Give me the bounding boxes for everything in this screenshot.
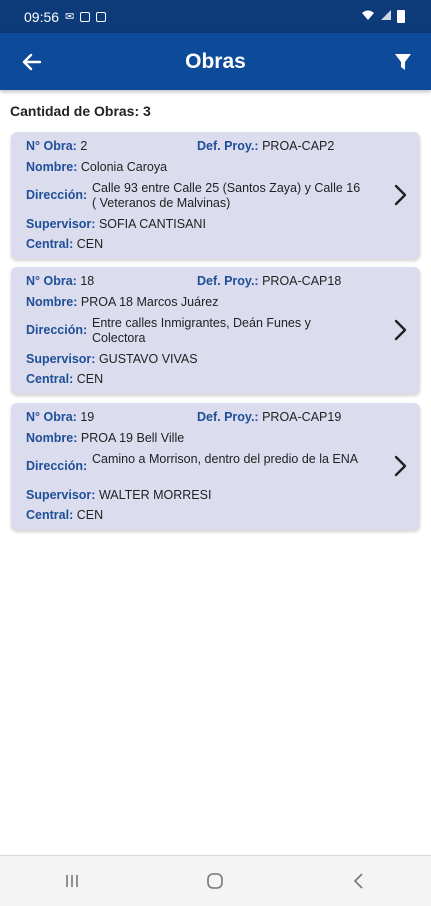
obra-nombre-row: Nombre: PROA 19 Bell Ville (26, 431, 184, 446)
obra-proyecto-label: Def. Proy.: (197, 410, 259, 424)
back-button[interactable] (18, 49, 44, 75)
obra-central: CEN (76, 237, 104, 251)
obra-nombre: Colonia Caroya (80, 160, 168, 174)
wifi-icon (361, 9, 375, 24)
status-time: 09:56 (24, 8, 60, 25)
obra-card[interactable]: N° Obra: 19 Def. Proy.: PROA-CAP19 Nombre:… (11, 403, 420, 530)
obra-nombre: PROA 19 Bell Ville (80, 431, 185, 445)
obra-nombre: PROA 18 Marcos Juárez (80, 295, 219, 309)
signal-icon (380, 9, 392, 24)
status-bar: 09:56 ✉ (0, 0, 431, 33)
chevron-left-icon (354, 873, 363, 889)
recent-apps-icon (66, 875, 78, 887)
obra-card[interactable]: N° Obra: 2 Def. Proy.: PROA-CAP2 Nombre: C… (11, 132, 420, 259)
obra-number-label: N° Obra: (26, 410, 77, 424)
obra-supervisor-row: Supervisor: WALTER MORRESI (26, 488, 211, 503)
system-nav-bar (0, 855, 431, 906)
obra-central-label: Central: (26, 237, 74, 251)
obra-proyecto-row: Def. Proy.: PROA-CAP18 (197, 274, 341, 289)
obra-proyecto: PROA-CAP19 (262, 410, 342, 424)
obra-direccion: Calle 93 entre Calle 25 (Santos Zaya) y … (92, 181, 361, 210)
obra-direccion-label: Dirección: (26, 459, 88, 473)
obras-count: Cantidad de Obras: 3 (10, 103, 151, 119)
notification-icon (96, 11, 107, 22)
obra-supervisor-row: Supervisor: SOFIA CANTISANI (26, 217, 206, 232)
obra-number: 19 (80, 410, 95, 424)
obra-number-label: N° Obra: (26, 274, 77, 288)
obra-number-row: N° Obra: 2 (26, 139, 87, 154)
filter-button[interactable] (391, 50, 415, 74)
obra-supervisor-row: Supervisor: GUSTAVO VIVAS (26, 352, 198, 367)
obra-nombre-row: Nombre: PROA 18 Marcos Juárez (26, 295, 218, 310)
obra-direccion-label: Dirección: (26, 323, 88, 337)
obra-number-row: N° Obra: 18 (26, 274, 94, 289)
obra-central-row: Central: CEN (26, 237, 103, 252)
obra-proyecto-row: Def. Proy.: PROA-CAP19 (197, 410, 341, 425)
obra-nombre-label: Nombre: (26, 295, 78, 309)
obra-nombre-label: Nombre: (26, 431, 78, 445)
filter-icon (395, 54, 411, 70)
obra-central-label: Central: (26, 508, 74, 522)
mail-icon: ✉ (65, 11, 75, 23)
obra-number-row: N° Obra: 19 (26, 410, 94, 425)
obra-nombre-row: Nombre: Colonia Caroya (26, 160, 167, 175)
chevron-right-icon[interactable] (392, 454, 408, 478)
obra-central: CEN (76, 508, 104, 522)
obra-central: CEN (76, 372, 104, 386)
obra-supervisor-label: Supervisor: (26, 488, 96, 502)
obra-supervisor-label: Supervisor: (26, 217, 96, 231)
obra-proyecto: PROA-CAP18 (262, 274, 342, 288)
obra-supervisor: SOFIA CANTISANI (98, 217, 206, 231)
obra-supervisor-label: Supervisor: (26, 352, 96, 366)
obra-direccion: Camino a Morrison, dentro del predio de … (92, 452, 359, 466)
obra-central-row: Central: CEN (26, 372, 103, 387)
obra-proyecto-row: Def. Proy.: PROA-CAP2 (197, 139, 334, 154)
obra-proyecto: PROA-CAP2 (262, 139, 335, 153)
home-button[interactable] (195, 866, 235, 896)
obra-central-label: Central: (26, 372, 74, 386)
home-icon (207, 873, 224, 889)
obra-proyecto-label: Def. Proy.: (197, 274, 259, 288)
obra-central-row: Central: CEN (26, 508, 103, 523)
obra-number-label: N° Obra: (26, 139, 77, 153)
obra-direccion-label: Dirección: (26, 188, 88, 202)
obra-number: 2 (80, 139, 88, 153)
system-back-button[interactable] (339, 866, 379, 896)
battery-icon (397, 10, 405, 23)
obra-direccion: Entre calles Inmigrantes, Deán Funes y C… (92, 316, 311, 345)
app-bar: Obras (0, 33, 431, 90)
recent-apps-button[interactable] (52, 866, 92, 896)
page-title: Obras (185, 49, 246, 73)
obra-number: 18 (80, 274, 95, 288)
obra-supervisor: GUSTAVO VIVAS (98, 352, 198, 366)
arrow-left-icon (22, 53, 41, 71)
obra-proyecto-label: Def. Proy.: (197, 139, 259, 153)
chevron-right-icon[interactable] (392, 318, 408, 342)
obra-nombre-label: Nombre: (26, 160, 78, 174)
facebook-icon (80, 11, 91, 22)
obra-supervisor: WALTER MORRESI (98, 488, 212, 502)
obra-card[interactable]: N° Obra: 18 Def. Proy.: PROA-CAP18 Nombre:… (11, 267, 420, 394)
chevron-right-icon[interactable] (392, 183, 408, 207)
